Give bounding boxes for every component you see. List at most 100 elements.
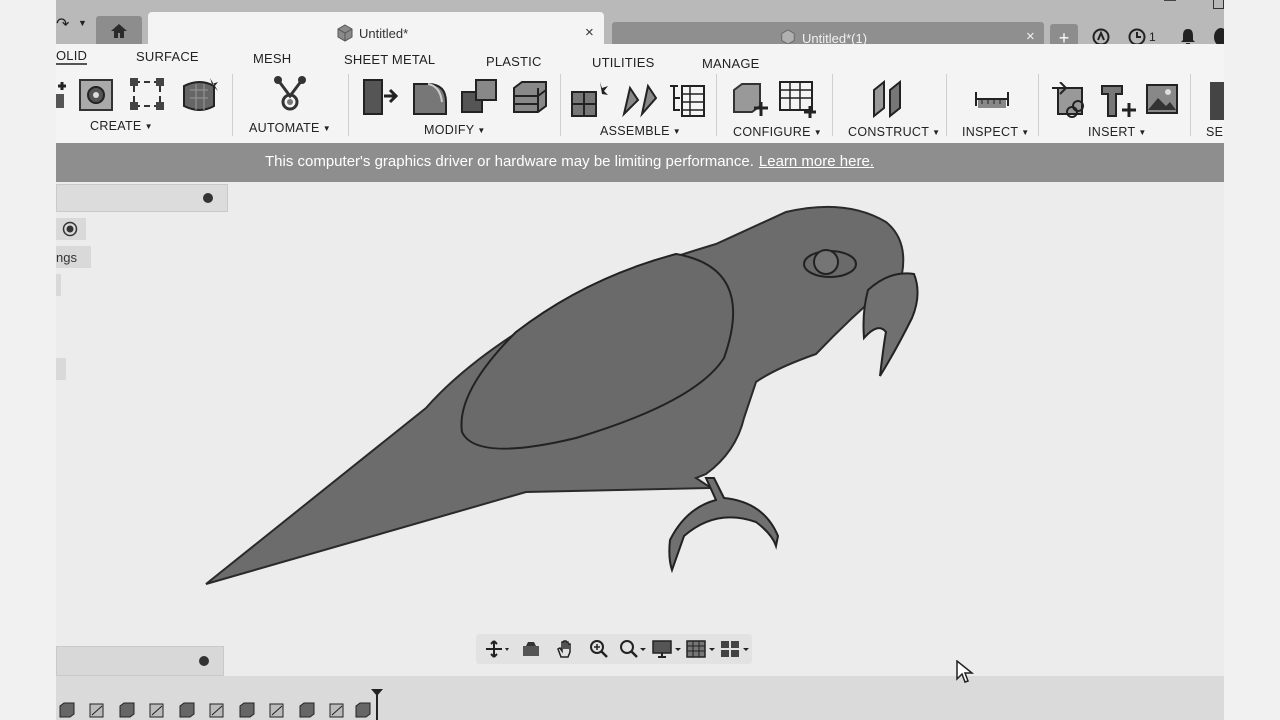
component-icon[interactable] bbox=[178, 701, 196, 719]
assemble-label: ASSEMBLE bbox=[600, 124, 670, 138]
automate-icon[interactable] bbox=[270, 74, 310, 114]
configure-icon[interactable] bbox=[730, 80, 770, 118]
divider bbox=[1190, 74, 1191, 136]
insert-image-icon[interactable] bbox=[1146, 84, 1178, 114]
bird-eye bbox=[813, 249, 839, 275]
sketch-icon[interactable] bbox=[208, 701, 226, 719]
component-icon[interactable] bbox=[238, 701, 256, 719]
caret-icon: ▼ bbox=[477, 126, 486, 135]
insert-derive-icon[interactable] bbox=[1050, 82, 1086, 120]
tab-surface[interactable]: SURFACE bbox=[136, 49, 199, 64]
configure-menu[interactable]: CONFIGURE ▼ bbox=[733, 125, 822, 139]
pan-hand-icon bbox=[557, 640, 571, 658]
monitor-icon bbox=[652, 640, 681, 658]
home-button[interactable] bbox=[96, 16, 142, 46]
automate-menu[interactable]: AUTOMATE ▼ bbox=[249, 121, 331, 135]
construct-label: CONSTRUCT bbox=[848, 125, 930, 139]
construct-menu[interactable]: CONSTRUCT ▼ bbox=[848, 125, 940, 139]
modify-menu[interactable]: MODIFY ▼ bbox=[424, 123, 486, 137]
bird-sketch[interactable] bbox=[56, 182, 1224, 660]
select-icon[interactable] bbox=[1210, 82, 1224, 120]
component-icon[interactable] bbox=[118, 701, 136, 719]
tab-utilities[interactable]: UTILITIES bbox=[592, 55, 654, 70]
extrude-icon[interactable] bbox=[78, 76, 116, 112]
viewports-icon bbox=[721, 641, 749, 657]
create-form-icon[interactable] bbox=[180, 76, 220, 114]
combine-icon[interactable] bbox=[460, 78, 500, 116]
caret-icon: ▼ bbox=[144, 122, 153, 131]
tab-sheet-metal[interactable]: SHEET METAL bbox=[344, 52, 435, 67]
navigation-toolbar bbox=[476, 634, 752, 664]
zoom-window-button[interactable] bbox=[618, 638, 648, 660]
component-icon[interactable] bbox=[58, 701, 76, 719]
minimize-icon[interactable] bbox=[1164, 0, 1176, 1]
zoom-button[interactable] bbox=[584, 638, 614, 660]
orbit-icon bbox=[486, 640, 509, 658]
grid-settings-button[interactable] bbox=[686, 638, 716, 660]
comments-panel bbox=[56, 646, 224, 676]
select-menu[interactable]: SE bbox=[1206, 125, 1223, 139]
bird-beak bbox=[862, 272, 919, 377]
tab-plastic[interactable]: PLASTIC bbox=[486, 54, 542, 69]
new-component-icon[interactable] bbox=[56, 76, 68, 110]
grid-icon bbox=[686, 640, 715, 658]
orbit-button[interactable] bbox=[482, 638, 512, 660]
modify-label: MODIFY bbox=[424, 123, 475, 137]
tab-manage[interactable]: MANAGE bbox=[702, 56, 760, 71]
caret-icon: ▼ bbox=[322, 124, 331, 133]
shell-icon[interactable] bbox=[510, 78, 550, 116]
display-settings-button[interactable] bbox=[652, 638, 682, 660]
zoom-icon bbox=[590, 640, 608, 658]
redo-icon[interactable]: ↷ bbox=[56, 14, 69, 34]
create-menu[interactable]: CREATE ▼ bbox=[90, 119, 153, 133]
sketch-icon[interactable] bbox=[148, 701, 166, 719]
inspect-menu[interactable]: INSPECT ▼ bbox=[962, 125, 1030, 139]
home-icon bbox=[111, 24, 127, 38]
insert-mesh-icon[interactable] bbox=[1098, 82, 1136, 120]
sketch-rectangle-icon[interactable] bbox=[128, 76, 166, 112]
press-pull-icon[interactable] bbox=[362, 78, 398, 116]
caret-icon: ▼ bbox=[1021, 128, 1030, 137]
divider bbox=[560, 74, 561, 136]
close-tab-button[interactable]: × bbox=[585, 24, 594, 41]
look-at-button[interactable] bbox=[516, 638, 546, 660]
chevron-down-icon[interactable]: ▼ bbox=[78, 18, 87, 28]
component-icon[interactable] bbox=[298, 701, 316, 719]
warning-text: This computer's graphics driver or hardw… bbox=[265, 153, 754, 170]
sketch-icon[interactable] bbox=[268, 701, 286, 719]
automate-label: AUTOMATE bbox=[249, 121, 320, 135]
insert-menu[interactable]: INSERT ▼ bbox=[1088, 125, 1147, 139]
joint-icon[interactable] bbox=[620, 80, 660, 118]
sketch-icon[interactable] bbox=[88, 701, 106, 719]
configuration-table-icon[interactable] bbox=[778, 80, 818, 120]
document-cube-icon bbox=[337, 24, 353, 42]
learn-more-link[interactable]: Learn more here. bbox=[759, 153, 874, 170]
app-window: ↷ ▼ Untitled* × Untitled*(1) × + 1 OLID … bbox=[56, 0, 1224, 720]
divider bbox=[1038, 74, 1039, 136]
measure-icon[interactable] bbox=[974, 88, 1010, 110]
new-component-assemble-icon[interactable] bbox=[570, 80, 608, 118]
divider bbox=[348, 74, 349, 136]
panel-expand-icon[interactable] bbox=[199, 656, 209, 666]
sketch-icon[interactable] bbox=[328, 701, 346, 719]
tab-mesh[interactable]: MESH bbox=[253, 51, 291, 66]
fillet-icon[interactable] bbox=[410, 78, 450, 116]
assemble-menu[interactable]: ASSEMBLE ▼ bbox=[600, 124, 681, 138]
timeline-marker-icon[interactable] bbox=[370, 688, 384, 720]
caret-icon: ▼ bbox=[672, 127, 682, 136]
viewports-button[interactable] bbox=[720, 638, 750, 660]
close-tab-button[interactable]: × bbox=[1026, 28, 1035, 45]
bird-foot-perch bbox=[668, 477, 780, 574]
maximize-icon[interactable] bbox=[1213, 0, 1224, 9]
divider bbox=[232, 74, 233, 136]
mouse-cursor-icon bbox=[956, 660, 974, 683]
pan-button[interactable] bbox=[550, 638, 580, 660]
divider bbox=[716, 74, 717, 136]
offset-plane-icon[interactable] bbox=[870, 80, 906, 118]
inspect-label: INSPECT bbox=[962, 125, 1019, 139]
configure-label: CONFIGURE bbox=[733, 125, 811, 139]
bill-of-materials-icon[interactable] bbox=[668, 80, 706, 118]
divider bbox=[832, 74, 833, 136]
divider bbox=[946, 74, 947, 136]
tab-solid[interactable]: OLID bbox=[56, 48, 88, 65]
